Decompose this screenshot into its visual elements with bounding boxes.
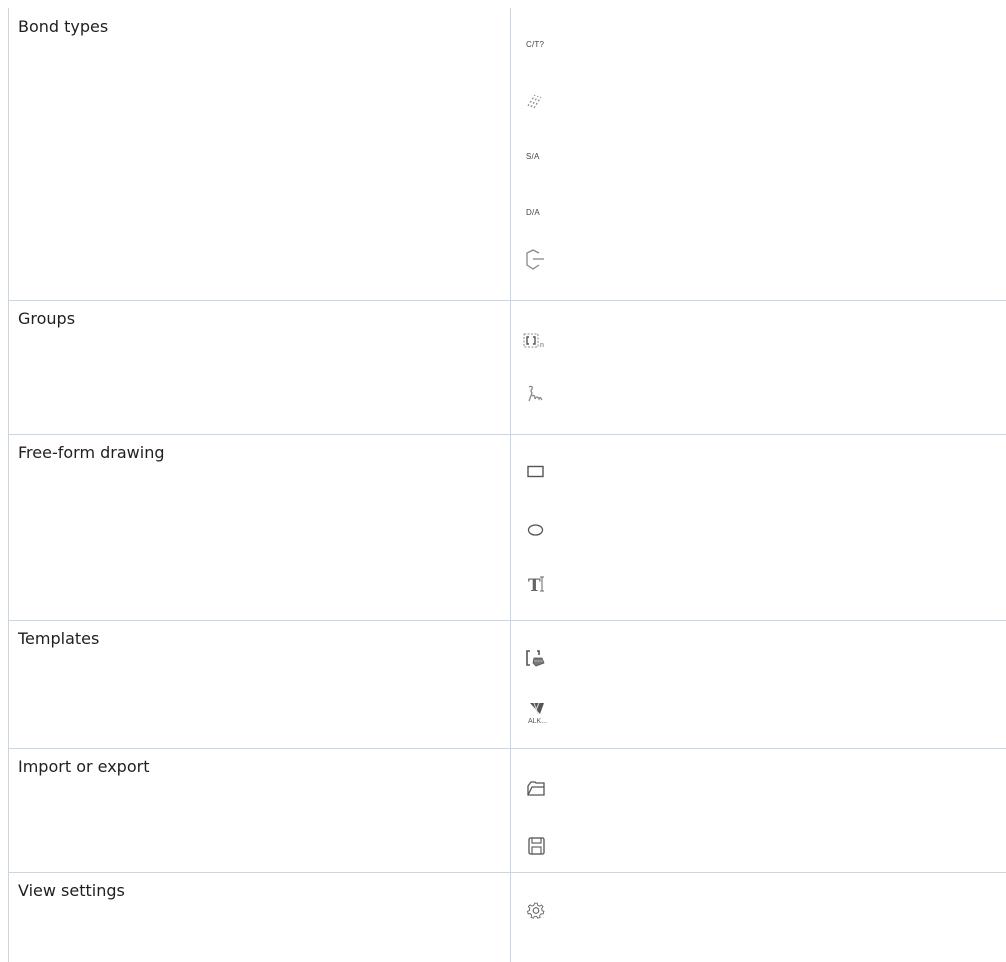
row-label-free-form-drawing: Free-form drawing [18, 443, 165, 462]
table-row-view-settings: View settings [8, 872, 1006, 962]
table-row-import-export: Import or export [8, 748, 1006, 873]
open-folder-icon [520, 774, 560, 802]
single-aromatic-bond-icon: S/A [520, 142, 560, 170]
ellipse-icon [520, 516, 560, 544]
row-label-view-settings: View settings [18, 881, 125, 900]
row-label-import-export: Import or export [18, 757, 150, 776]
rectangle-icon [520, 458, 560, 486]
toolbar-reference-table: Bond types C/T? S/A D/A Groups n Free-fo… [8, 8, 1006, 962]
any-bond-icon [520, 86, 560, 114]
double-aromatic-bond-icon: D/A [520, 198, 560, 226]
table-row-groups: Groups n [8, 300, 1006, 435]
alkane-template-icon-inner: ALK... [520, 696, 560, 736]
row-label-templates: Templates [18, 629, 100, 648]
text-tool-icon: T [520, 570, 560, 598]
table-row-free-form-drawing: Free-form drawing T [8, 434, 1006, 621]
table-row-bond-types: Bond types C/T? S/A D/A [8, 8, 1006, 301]
svg-text:n: n [540, 342, 544, 349]
gear-icon [520, 896, 560, 924]
template-library-icon [520, 644, 560, 672]
alkane-template-icon: ALK... [520, 696, 560, 736]
alkane-template-label: ALK... [528, 718, 548, 725]
ring-bond-icon [520, 246, 560, 274]
row-label-groups: Groups [18, 309, 76, 328]
double-aromatic-bond-text: D/A [526, 207, 540, 217]
svg-text:T: T [528, 576, 541, 596]
bracket-group-icon: n [520, 327, 560, 355]
single-aromatic-bond-text: S/A [526, 151, 540, 161]
cis-trans-unknown-bond-icon: C/T? [520, 30, 560, 58]
cis-trans-unknown-bond-text: C/T? [526, 39, 545, 49]
row-label-bond-types: Bond types [18, 17, 109, 36]
r-group-icon [520, 380, 560, 408]
save-icon [520, 832, 560, 860]
table-row-templates: Templates ALK... [8, 620, 1006, 749]
